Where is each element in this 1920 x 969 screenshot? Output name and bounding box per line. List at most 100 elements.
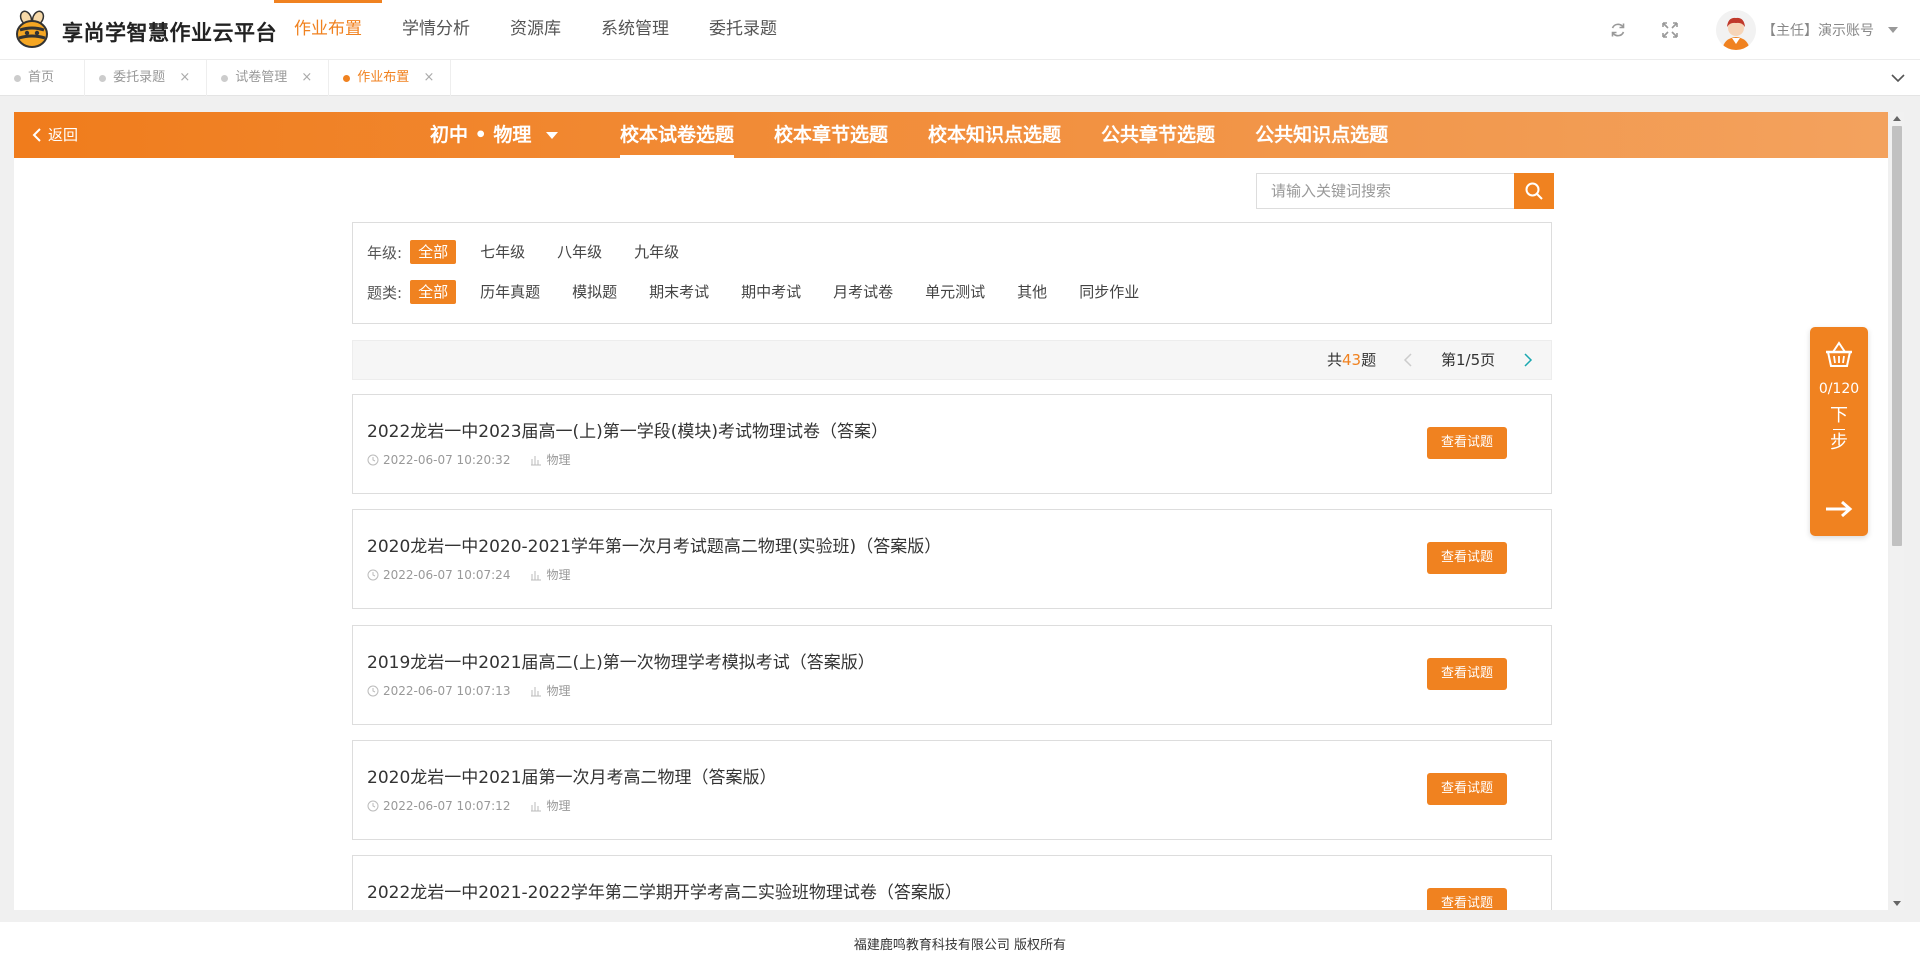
clock-icon	[367, 569, 379, 580]
type-option-past-exams[interactable]: 历年真题	[472, 280, 548, 304]
grade-option-7[interactable]: 七年级	[472, 240, 533, 264]
scroll-thumb[interactable]	[1892, 126, 1902, 546]
tab-dot-icon	[221, 75, 229, 82]
paper-meta: 2022-06-07 10:07:12 物理	[367, 797, 570, 814]
tab-delegated-entry[interactable]: 委托录题 ×	[85, 60, 208, 96]
subject-icon	[531, 455, 542, 465]
next-step-char: 下	[1830, 405, 1848, 426]
paper-meta: 2022-06-07 10:07:13 物理	[367, 682, 570, 699]
type-option-unit[interactable]: 单元测试	[917, 280, 993, 304]
clock-icon	[367, 685, 379, 696]
nav-homework-assign[interactable]: 作业布置	[274, 0, 382, 60]
type-option-mock[interactable]: 模拟题	[564, 280, 625, 304]
view-questions-button[interactable]: 查看试题	[1427, 542, 1507, 574]
tab-school-knowledge-selection[interactable]: 校本知识点选题	[908, 112, 1081, 158]
paper-meta: 2022-06-07 10:20:32 物理	[367, 451, 570, 468]
tab-school-paper-selection[interactable]: 校本试卷选题	[600, 112, 754, 158]
filter-panel: 年级: 全部 七年级 八年级 九年级 题类: 全部 历年真题 模拟题 期末考试 …	[352, 222, 1552, 324]
paper-title[interactable]: 2019龙岩一中2021届高二(上)第一次物理学考模拟考试（答案版）	[367, 648, 875, 673]
tab-bar: 首页 委托录题 × 试卷管理 × 作业布置 ×	[0, 60, 1920, 96]
type-option-all[interactable]: 全部	[410, 280, 457, 304]
subject-select[interactable]: 初中 • 物理	[430, 112, 531, 158]
grade-option-9[interactable]: 九年级	[626, 240, 687, 264]
close-icon[interactable]: ×	[301, 60, 312, 96]
close-icon[interactable]: ×	[179, 60, 190, 96]
nav-delegated-entry[interactable]: 委托录题	[689, 0, 797, 60]
paper-title[interactable]: 2020龙岩一中2021届第一次月考高二物理（答案版）	[367, 763, 777, 788]
type-option-final[interactable]: 期末考试	[641, 280, 717, 304]
avatar[interactable]	[1716, 10, 1756, 50]
grade-filter-label: 年级:	[367, 243, 403, 262]
tab-label: 试卷管理	[235, 70, 288, 85]
selection-mode-tabs: 校本试卷选题 校本章节选题 校本知识点选题 公共章节选题 公共知识点选题	[600, 112, 1408, 158]
question-basket[interactable]: 0/120 下 步	[1810, 327, 1868, 536]
pagination-bar: 共43题 第1/5页	[352, 340, 1552, 380]
paper-subject: 物理	[546, 453, 571, 467]
user-menu-caret-icon[interactable]	[1888, 27, 1898, 33]
tab-school-chapter-selection[interactable]: 校本章节选题	[754, 112, 908, 158]
basket-icon	[1826, 341, 1852, 367]
search-button[interactable]	[1514, 173, 1554, 209]
scroll-up-icon[interactable]	[1893, 116, 1901, 121]
tab-public-chapter-selection[interactable]: 公共章节选题	[1081, 112, 1235, 158]
list-item: 2019龙岩一中2021届高二(上)第一次物理学考模拟考试（答案版） 2022-…	[352, 625, 1552, 725]
back-label: 返回	[48, 126, 79, 144]
paper-title[interactable]: 2022龙岩一中2021-2022学年第二学期开学考高二实验班物理试卷（答案版）	[367, 878, 962, 903]
top-navigation: 作业布置 学情分析 资源库 系统管理 委托录题	[274, 0, 797, 60]
list-item: 2022龙岩一中2021-2022学年第二学期开学考高二实验班物理试卷（答案版）…	[352, 855, 1552, 910]
view-questions-button[interactable]: 查看试题	[1427, 888, 1507, 910]
back-button[interactable]: 返回	[32, 112, 78, 158]
nav-resource-library[interactable]: 资源库	[490, 0, 581, 60]
search-icon	[1525, 182, 1543, 200]
user-name[interactable]: 【主任】演示账号	[1762, 20, 1874, 40]
panel-toolbar: 返回 初中 • 物理 校本试卷选题 校本章节选题 校本知识点选题 公共章节选题 …	[14, 112, 1888, 158]
close-icon[interactable]: ×	[423, 60, 434, 96]
type-option-midterm[interactable]: 期中考试	[733, 280, 809, 304]
footer: 福建鹿鸣教育科技有限公司 版权所有	[0, 922, 1920, 969]
main-panel: 返回 初中 • 物理 校本试卷选题 校本章节选题 校本知识点选题 公共章节选题 …	[14, 112, 1888, 910]
tab-homework-assign[interactable]: 作业布置 ×	[329, 60, 452, 96]
search-input[interactable]	[1256, 173, 1514, 209]
subject-caret-icon[interactable]	[546, 132, 558, 139]
list-item: 2022龙岩一中2023届高一(上)第一学段(模块)考试物理试卷（答案） 202…	[352, 394, 1552, 494]
chevron-down-icon[interactable]	[1888, 68, 1908, 88]
basket-count: 0/120	[1818, 381, 1860, 397]
type-option-sync[interactable]: 同步作业	[1071, 280, 1147, 304]
view-questions-button[interactable]: 查看试题	[1427, 658, 1507, 690]
nav-learning-analysis[interactable]: 学情分析	[382, 0, 490, 60]
type-option-other[interactable]: 其他	[1009, 280, 1055, 304]
refresh-icon[interactable]	[1608, 20, 1628, 40]
total-suffix: 题	[1361, 351, 1377, 369]
tab-label: 委托录题	[113, 70, 166, 85]
grade-option-all[interactable]: 全部	[410, 240, 457, 264]
scroll-down-icon[interactable]	[1893, 901, 1901, 906]
tab-home[interactable]: 首页	[0, 60, 86, 96]
paper-date: 2022-06-07 10:07:12	[383, 798, 511, 813]
paper-title[interactable]: 2022龙岩一中2023届高一(上)第一学段(模块)考试物理试卷（答案）	[367, 417, 888, 442]
grade-filter: 年级: 全部 七年级 八年级 九年级	[367, 239, 703, 265]
tab-public-knowledge-selection[interactable]: 公共知识点选题	[1235, 112, 1408, 158]
paper-title[interactable]: 2020龙岩一中2020-2021学年第一次月考试题高二物理(实验班)（答案版）	[367, 532, 941, 557]
paper-meta: 2022-06-07 10:07:24 物理	[367, 566, 570, 583]
type-option-monthly[interactable]: 月考试卷	[825, 280, 901, 304]
page-scrollbar[interactable]	[1890, 112, 1904, 910]
prev-page-icon[interactable]	[1401, 352, 1417, 368]
fullscreen-icon[interactable]	[1660, 20, 1680, 40]
tab-label: 首页	[28, 70, 55, 85]
next-page-icon[interactable]	[1519, 352, 1535, 368]
grade-option-8[interactable]: 八年级	[549, 240, 610, 264]
list-item: 2020龙岩一中2020-2021学年第一次月考试题高二物理(实验班)（答案版）…	[352, 509, 1552, 609]
paper-date: 2022-06-07 10:07:13	[383, 683, 511, 698]
paper-subject: 物理	[546, 799, 571, 813]
tab-paper-management[interactable]: 试卷管理 ×	[207, 60, 330, 96]
app-title: 享尚学智慧作业云平台	[62, 21, 277, 45]
arrow-right-icon[interactable]	[1823, 499, 1855, 519]
paper-subject: 物理	[546, 684, 571, 698]
view-questions-button[interactable]: 查看试题	[1427, 427, 1507, 459]
view-questions-button[interactable]: 查看试题	[1427, 773, 1507, 805]
tab-dot-icon	[99, 75, 107, 82]
bee-logo-icon	[16, 10, 48, 48]
next-step-label: 下 步	[1810, 403, 1868, 456]
nav-system-management[interactable]: 系统管理	[581, 0, 689, 60]
clock-icon	[367, 800, 379, 811]
